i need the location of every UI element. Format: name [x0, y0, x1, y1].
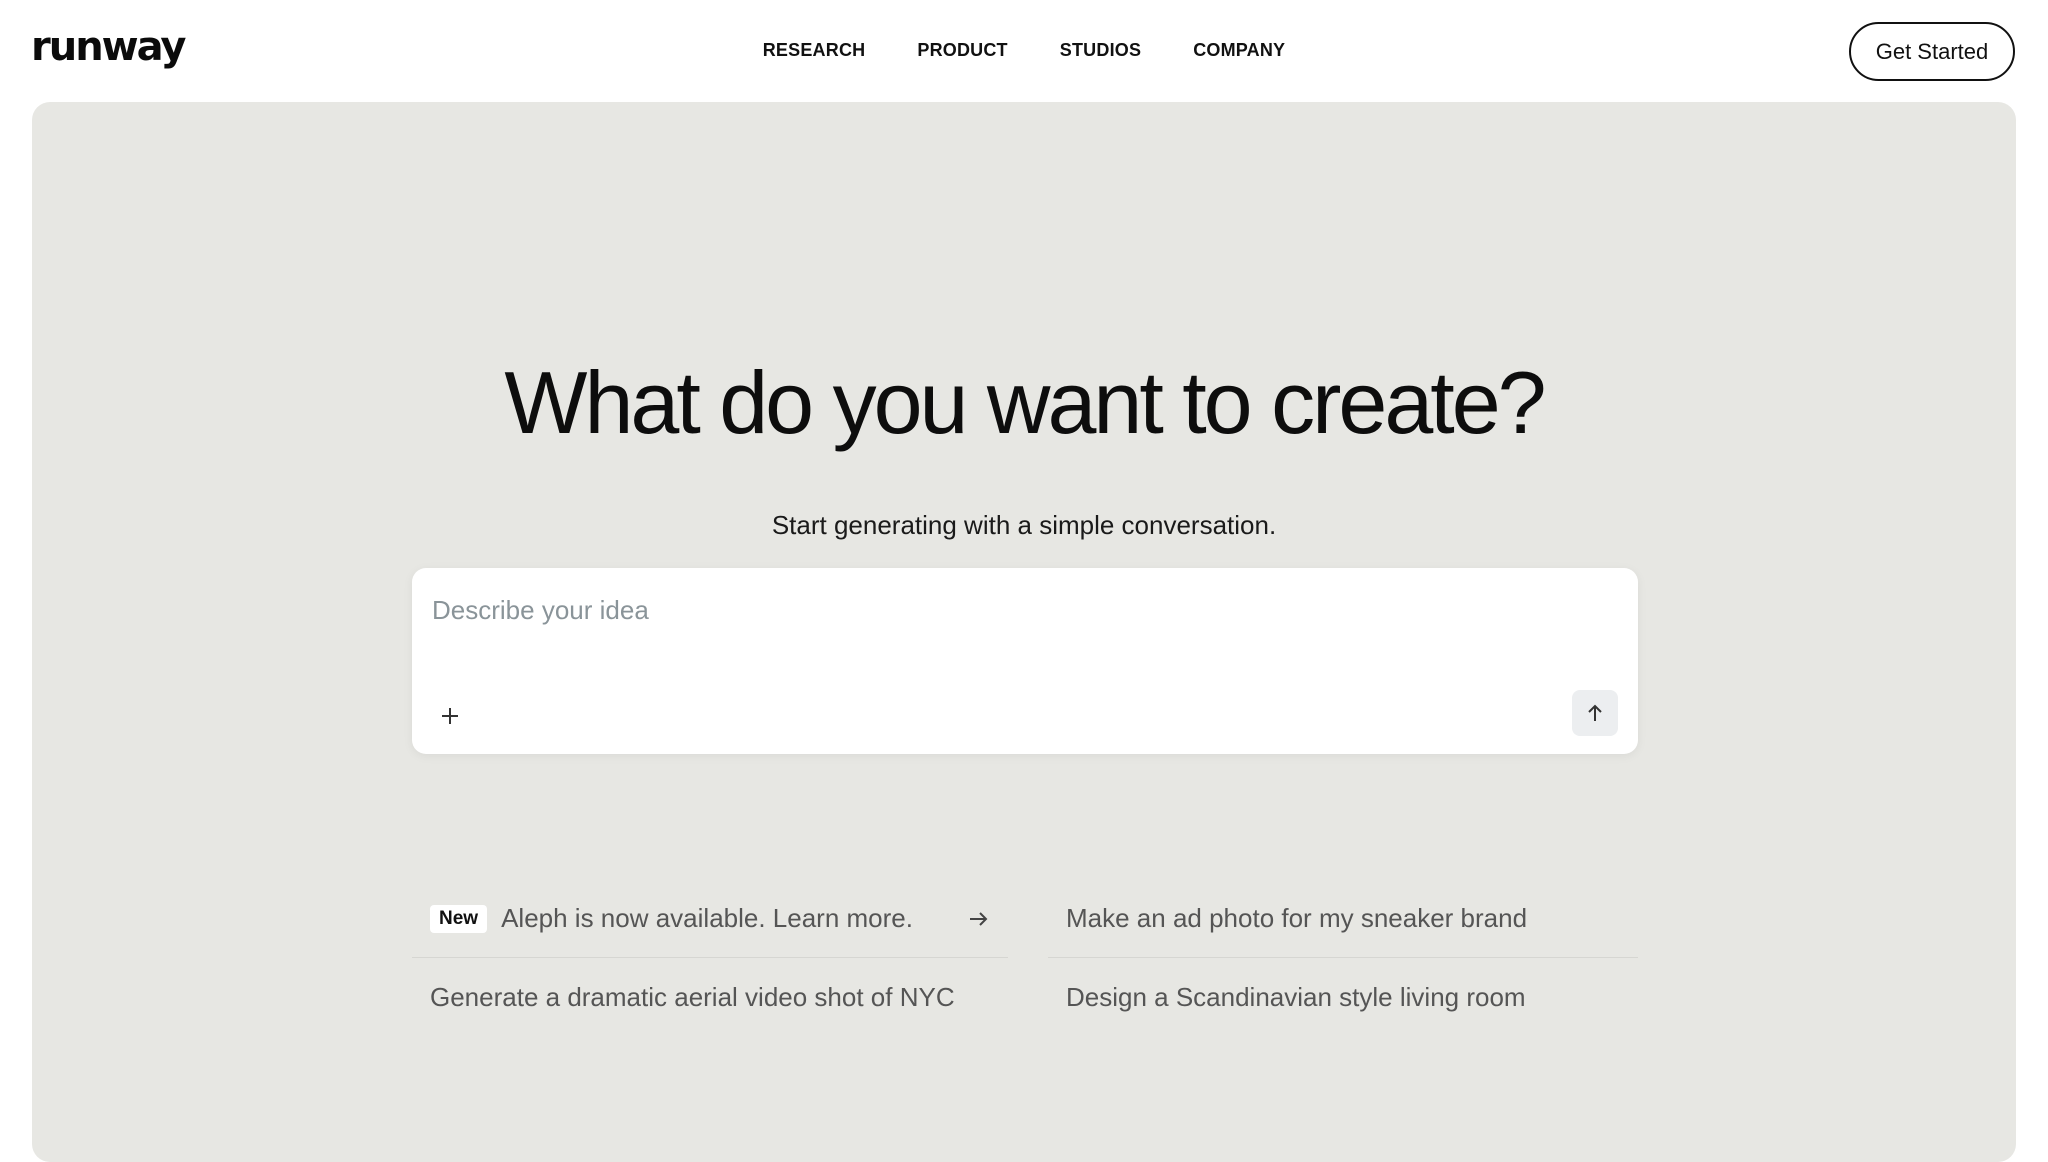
arrow-up-icon — [1588, 704, 1602, 721]
page-subhead: Start generating with a simple conversat… — [771, 510, 1277, 540]
describe-idea-input[interactable] — [432, 590, 1612, 630]
hero-panel: What do you want to create? Start genera… — [32, 102, 2016, 1162]
nav-company[interactable]: COMPANY — [1193, 40, 1285, 61]
suggestion-aleph[interactable]: New Aleph is now available. Learn more. — [412, 880, 1008, 958]
prompt-box — [412, 568, 1638, 754]
suggestion-sneaker-ad[interactable]: Make an ad photo for my sneaker brand — [1048, 880, 1638, 958]
nav-research[interactable]: RESEARCH — [763, 40, 866, 61]
page-headline: What do you want to create? — [504, 353, 1546, 452]
suggestion-text: Aleph is now available. Learn more. — [501, 903, 913, 933]
plus-icon — [442, 708, 458, 724]
new-badge: New — [430, 904, 488, 933]
nav-studios[interactable]: STUDIOS — [1060, 40, 1141, 61]
arrow-right-icon — [970, 912, 988, 926]
suggestion-scandinavian-room[interactable]: Design a Scandinavian style living room — [1048, 958, 1638, 1036]
suggestion-text: Design a Scandinavian style living room — [1066, 981, 1526, 1012]
nav-product[interactable]: PRODUCT — [917, 40, 1007, 61]
suggestion-text: Generate a dramatic aerial video shot of… — [430, 981, 955, 1012]
top-navigation-bar: runway RESEARCH PRODUCT STUDIOS COMPANY … — [0, 0, 2048, 102]
add-attachment-button[interactable] — [436, 702, 464, 730]
get-started-button[interactable]: Get Started — [1849, 22, 2015, 81]
submit-prompt-button[interactable] — [1572, 690, 1618, 736]
suggestion-text: Make an ad photo for my sneaker brand — [1066, 903, 1528, 933]
suggestion-nyc-aerial[interactable]: Generate a dramatic aerial video shot of… — [412, 958, 1008, 1036]
main-nav: RESEARCH PRODUCT STUDIOS COMPANY — [0, 40, 2048, 61]
